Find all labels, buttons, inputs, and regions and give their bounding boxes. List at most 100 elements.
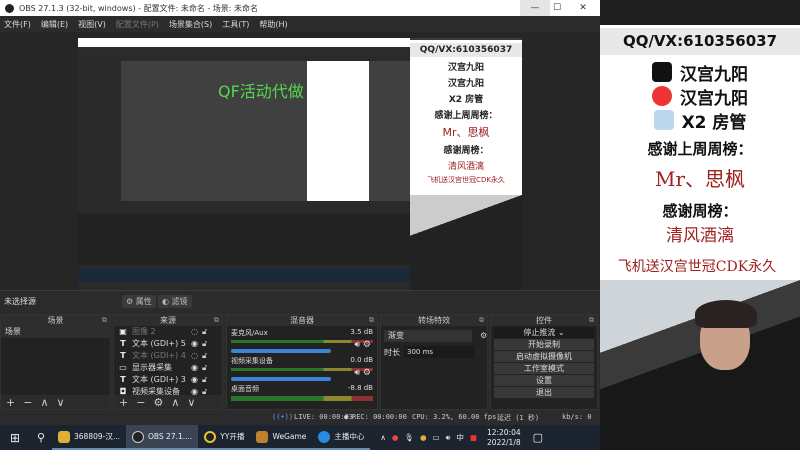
app-icon: [58, 430, 70, 443]
start-recording-button[interactable]: 开始录制: [494, 339, 594, 350]
text-icon: T: [120, 339, 126, 348]
cpu-status: CPU: 3.2%, 60.00 fps: [412, 413, 497, 421]
network-icon[interactable]: ▭: [433, 433, 440, 442]
taskbar-app-streamer-center[interactable]: 主播中心: [312, 425, 371, 450]
transition-type: 渐变: [388, 331, 404, 340]
close-button[interactable]: ✕: [568, 0, 598, 16]
source-item[interactable]: ▭ 显示器采集 ◉ 🔓︎: [114, 362, 222, 374]
lock-icon[interactable]: 🔓︎: [202, 374, 212, 386]
gear-icon[interactable]: ⚙: [363, 368, 371, 378]
remove-scene-button[interactable]: −: [23, 396, 32, 409]
search-icon[interactable]: ⚲: [30, 431, 52, 444]
duration-input[interactable]: 300 ms: [404, 346, 474, 358]
mixer-channel: 桌面音频 -8.8 dB: [227, 382, 377, 410]
x2-label: X2 房管: [681, 112, 747, 133]
preview-douyin: 汉宫九阳: [447, 63, 484, 73]
last-week-name: Mr、思枫: [654, 167, 746, 191]
move-down-button[interactable]: ∨: [57, 396, 65, 409]
jet-icon: [653, 110, 674, 130]
popout-icon[interactable]: ⧉: [214, 315, 219, 326]
yy-icon: [204, 430, 217, 443]
menu-tools[interactable]: 工具(T): [222, 19, 249, 30]
windows-start-icon[interactable]: ⊞: [0, 431, 30, 445]
obs-logo-icon: [5, 3, 14, 13]
microphone-icon[interactable]: 🎙︎: [404, 433, 414, 442]
x2-row: X2 房管: [600, 108, 800, 133]
popout-icon[interactable]: ⧉: [369, 315, 374, 326]
eye-hidden-icon[interactable]: ◌: [191, 350, 198, 362]
add-scene-button[interactable]: +: [6, 396, 15, 409]
lock-icon[interactable]: 🔓︎: [202, 350, 212, 362]
duration-label: 时长: [384, 347, 400, 357]
preview-last-week-title: 感谢上周周榜：: [434, 111, 498, 121]
move-up-button[interactable]: ∧: [171, 396, 179, 409]
taskbar-app-wegame[interactable]: WeGame: [250, 425, 313, 450]
lock-icon[interactable]: 🔓︎: [202, 338, 212, 350]
tray-chevron-up-icon[interactable]: ∧: [380, 433, 386, 442]
taskbar-app-yy[interactable]: YY开播: [198, 425, 251, 450]
gear-icon[interactable]: ⚙: [480, 330, 487, 342]
chevron-down-icon[interactable]: ⌄: [558, 328, 565, 337]
scene-item[interactable]: 场景: [1, 326, 110, 338]
source-settings-icon[interactable]: ⚙: [153, 396, 163, 409]
start-virtual-camera-button[interactable]: 启动虚拟摄像机: [494, 351, 594, 362]
taskbar-app-368809[interactable]: 368809-汉...: [52, 425, 126, 450]
menu-edit[interactable]: 编辑(E): [41, 19, 68, 30]
window-title: OBS 27.1.3 (32-bit, windows) - 配置文件: 未命名…: [19, 3, 259, 13]
preview-canvas[interactable]: QF活动代做 QQ/VX:610356037 汉宫九阳 汉宫九阳 X2 房管 感…: [78, 38, 522, 290]
popout-icon[interactable]: ⧉: [479, 315, 484, 326]
source-item[interactable]: T 文本 (GDI+) 5 ◉ 🔓︎: [114, 338, 222, 350]
move-down-button[interactable]: ∨: [187, 396, 195, 409]
app-label: 主播中心: [334, 432, 365, 441]
transition-select[interactable]: 渐变 ⚙: [384, 330, 487, 342]
menu-file[interactable]: 文件(F): [4, 19, 31, 30]
menu-help[interactable]: 帮助(H): [259, 19, 287, 30]
eye-icon[interactable]: ◉: [191, 374, 198, 386]
rec-icon: ●: [344, 413, 349, 421]
menu-scene-collection[interactable]: 场景集合(S): [169, 19, 212, 30]
tray-app-icon[interactable]: ■: [470, 433, 477, 442]
preview-weibo: 汉宫九阳: [447, 79, 484, 89]
studio-mode-button[interactable]: 工作室模式: [494, 363, 594, 374]
exit-button[interactable]: 退出: [494, 387, 594, 398]
menu-profile[interactable]: 配置文件(P): [116, 19, 159, 30]
tray-app-icon[interactable]: ●: [420, 433, 427, 442]
menu-view[interactable]: 视图(V): [78, 19, 106, 30]
tray-app-icon[interactable]: ●: [392, 433, 399, 442]
volume-slider[interactable]: [231, 377, 331, 381]
lock-icon[interactable]: 🔓︎: [202, 362, 212, 374]
remove-source-button[interactable]: −: [136, 396, 145, 409]
eye-icon[interactable]: ◉: [191, 338, 198, 350]
move-up-button[interactable]: ∧: [40, 396, 48, 409]
lock-icon[interactable]: 🔓︎: [202, 326, 212, 338]
properties-button[interactable]: ⚙ 属性: [122, 295, 156, 308]
ime-indicator[interactable]: 中: [456, 432, 464, 443]
speaker-icon[interactable]: 🔊︎: [354, 340, 360, 350]
streamer-center-icon: [318, 430, 331, 443]
eye-hidden-icon[interactable]: ◌: [191, 326, 198, 338]
filters-button[interactable]: ◐ 滤镜: [158, 295, 192, 308]
filters-label: 滤镜: [171, 297, 188, 306]
weibo-name: 汉宫九阳: [680, 88, 748, 109]
source-name: 文本 (GDI+) 3: [132, 375, 186, 384]
clock[interactable]: 12:20:04 2022/1/8: [487, 428, 521, 448]
volume-icon[interactable]: 🔊︎: [446, 433, 451, 443]
add-source-button[interactable]: +: [119, 396, 128, 409]
channel-name: 麦克风/Aux: [231, 329, 268, 337]
notification-icon[interactable]: ▢: [533, 431, 543, 444]
source-item[interactable]: ▣ 图像 2 ◌ 🔓︎: [114, 326, 222, 338]
popout-icon[interactable]: ⧉: [102, 315, 107, 326]
eye-icon[interactable]: ◉: [191, 362, 198, 374]
volume-slider[interactable]: [231, 349, 331, 353]
gear-icon[interactable]: ⚙: [363, 340, 371, 350]
app-label: YY开播: [220, 432, 245, 441]
source-item[interactable]: T 文本 (GDI+) 3 ◉ 🔓︎: [114, 374, 222, 386]
source-item[interactable]: T 文本 (GDI+) 4 ◌ 🔓︎: [114, 350, 222, 362]
stop-streaming-button[interactable]: 停止推流 ⌄: [494, 327, 594, 338]
preview-week-name: 清风酒漓: [447, 162, 484, 172]
settings-button[interactable]: 设置: [494, 375, 594, 386]
popout-icon[interactable]: ⧉: [589, 315, 594, 326]
obs-icon: [132, 430, 144, 443]
taskbar-app-obs[interactable]: OBS 27.1....: [126, 425, 199, 450]
speaker-icon[interactable]: 🔊︎: [354, 368, 360, 378]
